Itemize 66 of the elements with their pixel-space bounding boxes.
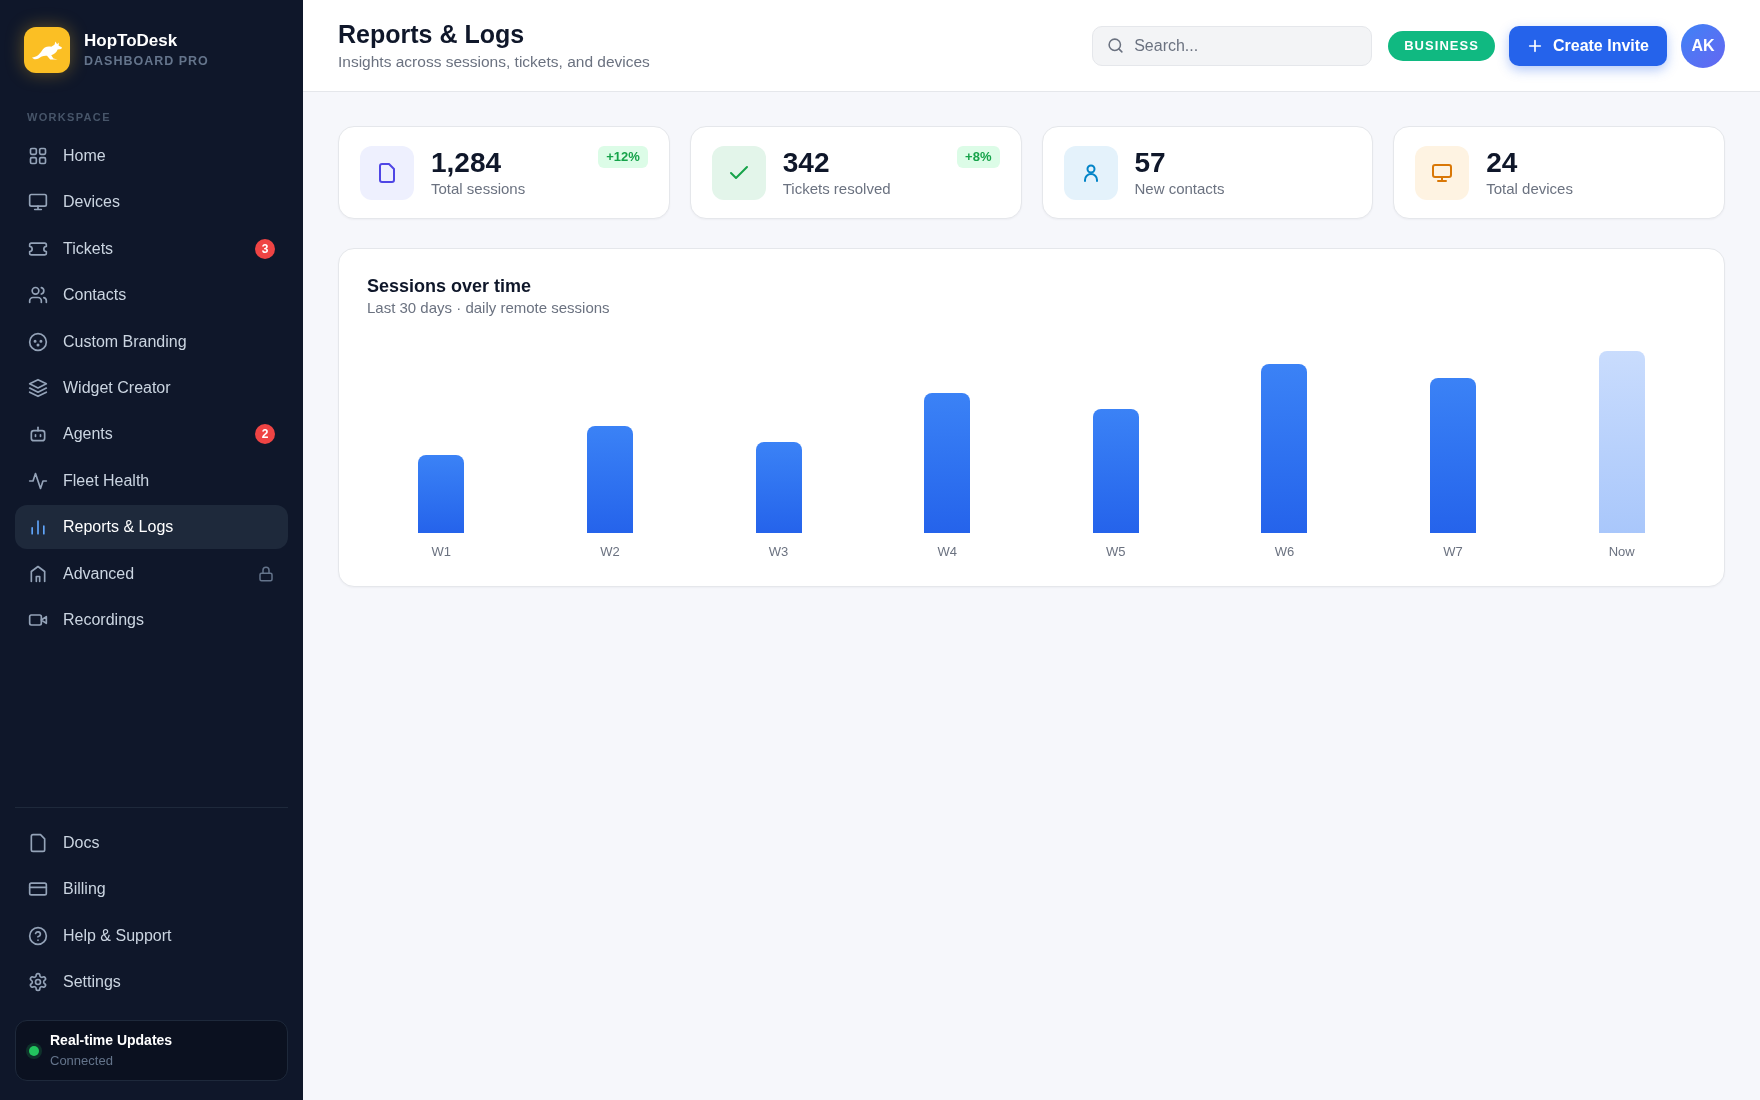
nav-item[interactable]: Advanced [15,551,288,596]
stat-label: New contacts [1134,178,1225,199]
axis-label: W7 [1443,544,1463,560]
file-icon [360,145,414,200]
axis-label: W5 [1106,544,1126,560]
plus-icon [1526,37,1543,54]
count-badge: 2 [255,424,275,445]
status-text: Connected [50,1052,114,1070]
stat-label: Tickets resolved [782,178,891,199]
nav-item[interactable]: Tickets 3 [15,226,288,271]
pulse-icon [28,470,48,491]
robot-icon [28,424,48,445]
page-title: Reports & Logs [338,19,526,49]
user-avatar[interactable]: AK [1681,23,1725,68]
nav-item[interactable]: Devices [15,180,288,225]
file-icon [28,832,48,853]
nav-item[interactable]: Agents 2 [15,412,288,457]
nav-item[interactable]: Reports & Logs [15,505,288,550]
brand-name: HopToDesk [84,30,179,52]
house-icon [28,563,48,584]
axis-label: Now [1608,544,1635,560]
check-icon [711,145,766,200]
stat-value: 57 [1134,146,1167,179]
kangaroo-logo-icon [24,27,70,73]
monitor-icon [1415,145,1470,200]
nav-item[interactable]: Billing [15,867,288,912]
users-icon [28,285,48,306]
chart-subtitle: Last 30 days · daily remote sessions [367,298,611,318]
settings-icon [28,972,48,992]
axis-label: W2 [600,544,620,560]
nav-item[interactable]: Contacts [15,273,288,318]
stat-label: Total sessions [431,178,526,199]
nav-item[interactable]: Docs [15,820,288,865]
nav-item[interactable]: Widget Creator [15,365,288,410]
trend-badge: +8% [957,146,1000,168]
create-invite-button[interactable]: Create Invite [1508,25,1667,66]
stat-label: Total devices [1486,178,1573,199]
trend-badge: +12% [598,146,648,168]
nav-item[interactable]: Home [15,134,288,178]
monitor-icon [28,192,48,213]
plan-badge: BUSINESS [1388,30,1495,61]
nav-item[interactable]: Help & Support [15,913,288,958]
axis-label: W4 [937,544,957,560]
axis-label: W3 [768,544,789,560]
nav-item[interactable]: Recordings [15,597,288,642]
user-icon [1063,145,1118,200]
nav-item[interactable]: Fleet Health [15,458,288,503]
nav-item[interactable]: Settings [15,960,288,1004]
axis-label: W6 [1274,544,1295,560]
brand-subtitle: DASHBOARD PRO [84,53,209,70]
stat-value: 24 [1486,146,1519,179]
search-icon [1107,37,1125,54]
chart-title: Sessions over time [367,275,533,298]
circle-dots-icon [28,331,48,352]
axis-label: W1 [431,544,452,560]
stat-value: 342 [782,146,831,179]
section-label: WORKSPACE [27,110,111,124]
stat-value: 1,284 [431,146,503,179]
count-badge: 3 [255,238,275,259]
grid-icon [28,146,48,166]
help-icon [28,925,48,946]
page-subtitle: Insights across sessions, tickets, and devices [338,52,650,72]
layers-icon [28,377,48,398]
nav-item[interactable]: Custom Branding [15,319,288,364]
status-title: Real-time Updates [50,1031,173,1050]
search-field[interactable]: Search... [1092,25,1373,66]
